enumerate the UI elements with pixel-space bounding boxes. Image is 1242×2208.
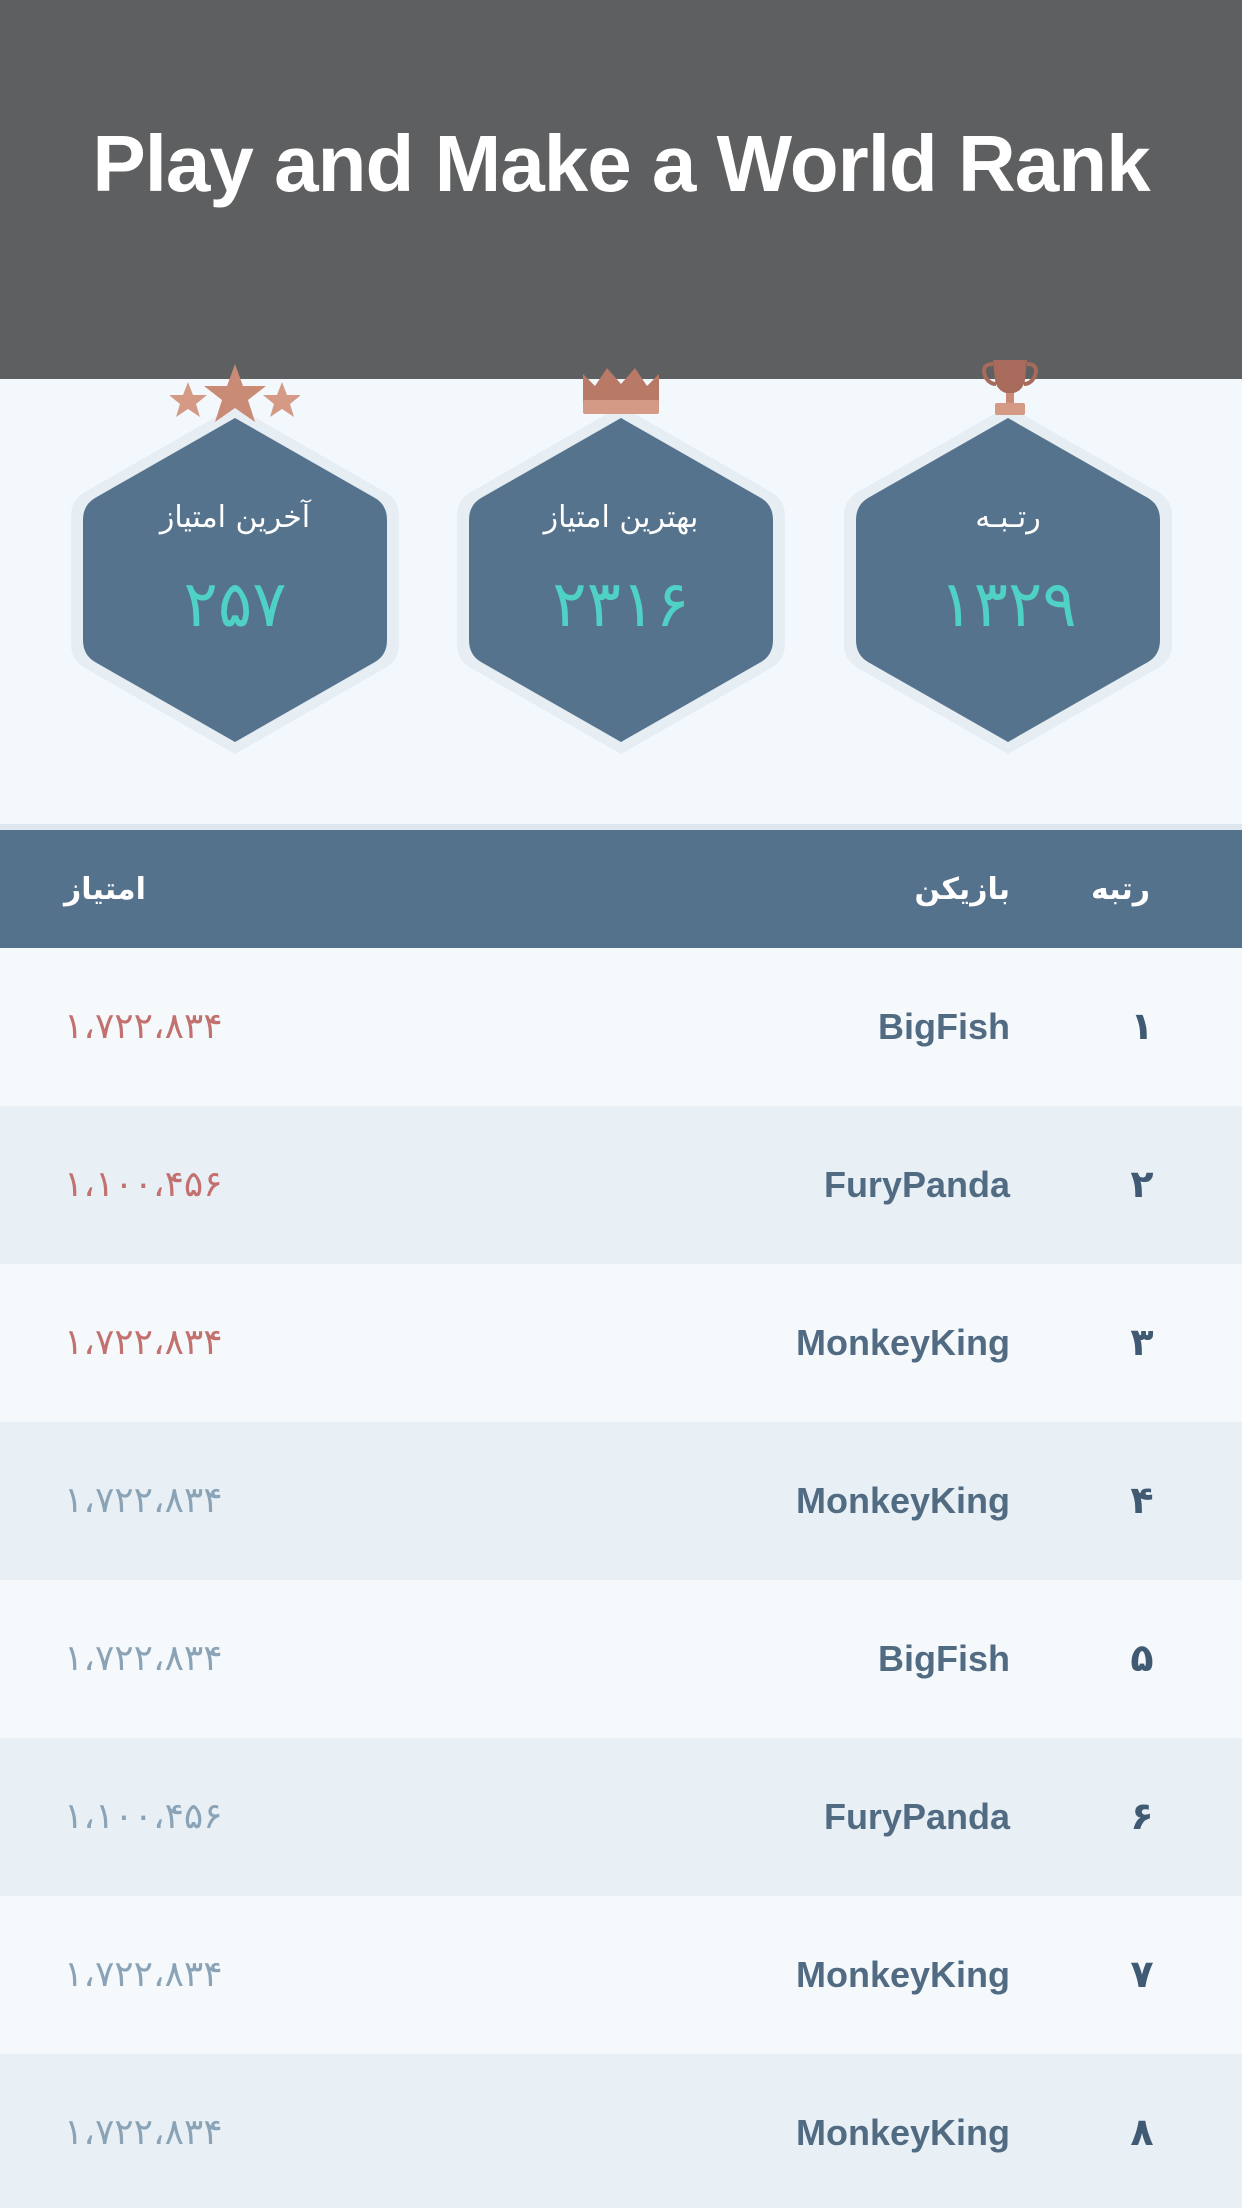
- leaderboard-header: رتبه بازیکن امتیاز: [0, 824, 1242, 948]
- row-score: ۱،۱۰۰،۴۵۶: [64, 1796, 223, 1837]
- row-score: ۱،۷۲۲،۸۳۴: [64, 1638, 223, 1679]
- row-score: ۱،۷۲۲،۸۳۴: [64, 1006, 223, 1047]
- last-score-value: ۲۵۷: [183, 568, 287, 642]
- header-player: بازیکن: [914, 872, 1010, 907]
- last-score-card: آخرین امتیاز ۲۵۷: [65, 364, 405, 760]
- row-rank: ۷: [1130, 1952, 1154, 1996]
- table-row[interactable]: ۱ BigFish ۱،۷۲۲،۸۳۴: [0, 948, 1242, 1106]
- table-row[interactable]: ۵ BigFish ۱،۷۲۲،۸۳۴: [0, 1580, 1242, 1738]
- table-row[interactable]: ۴ MonkeyKing ۱،۷۲۲،۸۳۴: [0, 1422, 1242, 1580]
- header-rank: رتبه: [1091, 872, 1150, 907]
- banner-title: Play and Make a World Rank: [92, 119, 1150, 208]
- rank-value: ۱۳۲۹: [939, 568, 1077, 642]
- row-rank: ۱: [1130, 1004, 1154, 1048]
- last-score-label: آخرین امتیاز: [159, 500, 311, 535]
- row-rank: ۵: [1130, 1636, 1154, 1680]
- row-player-name: BigFish: [878, 1006, 1010, 1047]
- row-player-name: BigFish: [878, 1638, 1010, 1679]
- row-score: ۱،۱۰۰،۴۵۶: [64, 1164, 223, 1205]
- row-player-name: MonkeyKing: [795, 1954, 1010, 1995]
- best-score-value: ۲۳۱۶: [552, 568, 690, 642]
- row-score: ۱،۷۲۲،۸۳۴: [64, 1954, 223, 1995]
- row-player-name: MonkeyKing: [795, 1322, 1010, 1363]
- table-row[interactable]: ۳ MonkeyKing ۱،۷۲۲،۸۳۴: [0, 1264, 1242, 1422]
- crown-icon: [583, 368, 659, 414]
- row-rank: ۸: [1130, 2110, 1154, 2154]
- row-player-name: FuryPanda: [823, 1164, 1010, 1205]
- row-player-name: FuryPanda: [823, 1796, 1010, 1837]
- row-score: ۱،۷۲۲،۸۳۴: [64, 1322, 223, 1363]
- rank-card: رتـبـه ۱۳۲۹: [838, 360, 1178, 760]
- row-rank: ۲: [1130, 1162, 1154, 1206]
- row-rank: ۶: [1130, 1794, 1154, 1838]
- row-player-name: MonkeyKing: [795, 1480, 1010, 1521]
- row-rank: ۴: [1130, 1478, 1154, 1522]
- row-rank: ۳: [1130, 1320, 1154, 1364]
- best-score-label: بهترین امتیاز: [543, 500, 699, 535]
- row-score: ۱،۷۲۲،۸۳۴: [64, 2112, 223, 2153]
- row-score: ۱،۷۲۲،۸۳۴: [64, 1480, 223, 1521]
- best-score-card: بهترین امتیاز ۲۳۱۶: [451, 368, 791, 760]
- row-player-name: MonkeyKing: [795, 2112, 1010, 2153]
- trophy-icon: [982, 360, 1038, 415]
- table-row[interactable]: ۸ MonkeyKing ۱،۷۲۲،۸۳۴: [0, 2054, 1242, 2208]
- promo-banner: Play and Make a World Rank: [0, 0, 1242, 379]
- table-row[interactable]: ۶ FuryPanda ۱،۱۰۰،۴۵۶: [0, 1738, 1242, 1896]
- three-stars-icon: [170, 364, 300, 422]
- rank-label: رتـبـه: [975, 500, 1041, 535]
- table-row[interactable]: ۷ MonkeyKing ۱،۷۲۲،۸۳۴: [0, 1896, 1242, 2054]
- header-score: امتیاز: [64, 872, 146, 907]
- table-row[interactable]: ۲ FuryPanda ۱،۱۰۰،۴۵۶: [0, 1106, 1242, 1264]
